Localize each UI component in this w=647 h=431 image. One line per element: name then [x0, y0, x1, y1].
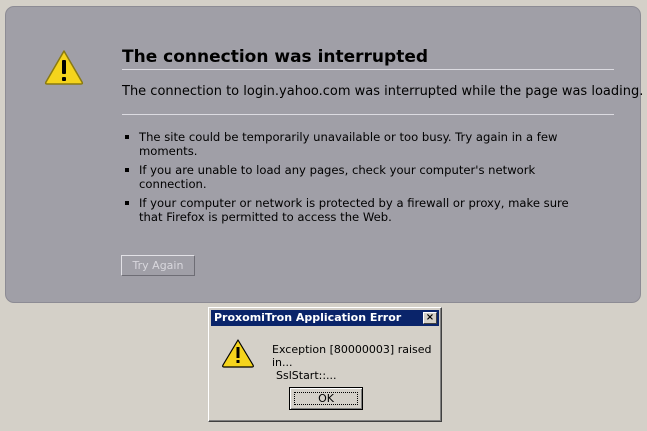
- try-again-button[interactable]: Try Again: [121, 255, 195, 276]
- suggestion-list: The site could be temporarily unavailabl…: [122, 130, 592, 229]
- list-item: If your computer or network is protected…: [122, 196, 592, 224]
- proxomitron-error-dialog: ProxomiTron Application Error × Exceptio…: [208, 307, 442, 422]
- bullet-icon: [125, 135, 129, 139]
- divider: [122, 114, 614, 115]
- dialog-message: Exception [80000003] raised in... SslSta…: [272, 343, 441, 382]
- list-item: If you are unable to load any pages, che…: [122, 163, 592, 191]
- dialog-title: ProxomiTron Application Error: [214, 311, 402, 324]
- bullet-icon: [125, 168, 129, 172]
- bullet-icon: [125, 201, 129, 205]
- dialog-message-line: SslStart::...: [276, 369, 337, 382]
- suggestion-text: If your computer or network is protected…: [139, 196, 569, 224]
- dialog-message-line: Exception [80000003] raised in...: [272, 343, 432, 369]
- close-button[interactable]: ×: [423, 312, 437, 324]
- suggestion-text: If you are unable to load any pages, che…: [139, 163, 536, 191]
- error-title: The connection was interrupted: [122, 47, 429, 67]
- dialog-titlebar[interactable]: ProxomiTron Application Error ×: [211, 310, 439, 326]
- list-item: The site could be temporarily unavailabl…: [122, 130, 592, 158]
- suggestion-text: The site could be temporarily unavailabl…: [139, 130, 558, 158]
- warning-icon: [44, 50, 84, 85]
- ok-button[interactable]: OK: [289, 387, 363, 410]
- divider: [122, 69, 614, 70]
- ok-label: OK: [318, 392, 334, 405]
- error-page-panel: The connection was interrupted The conne…: [5, 6, 644, 303]
- error-description: The connection to login.yahoo.com was in…: [122, 84, 644, 99]
- warning-icon: [222, 339, 254, 368]
